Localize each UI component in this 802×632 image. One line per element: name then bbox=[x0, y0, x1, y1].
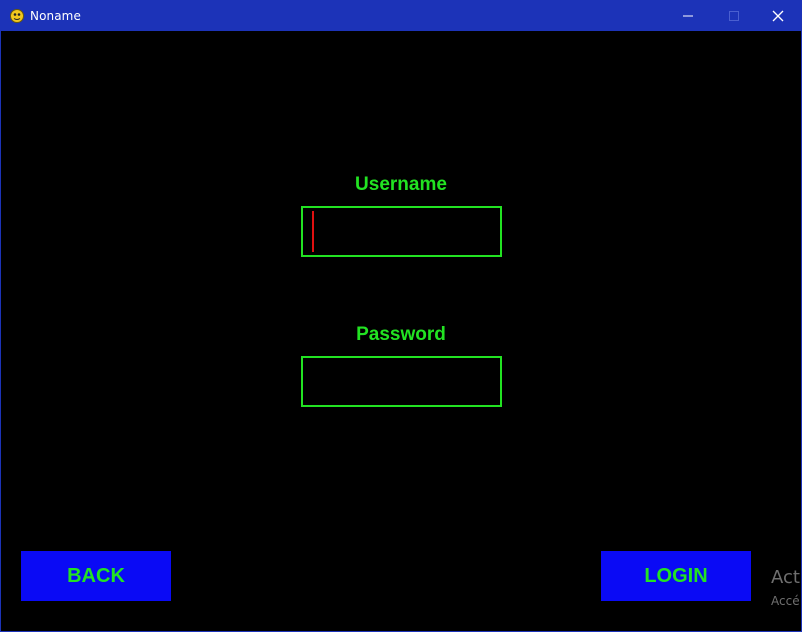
maximize-icon bbox=[729, 11, 739, 21]
window-title: Noname bbox=[30, 9, 81, 23]
title-bar[interactable]: Noname bbox=[1, 1, 801, 31]
password-field[interactable] bbox=[301, 356, 502, 407]
back-button[interactable]: BACK bbox=[21, 551, 171, 601]
pygame-snake-icon bbox=[9, 8, 25, 24]
app-window: Noname Username Password BACK LOGIN Act … bbox=[0, 0, 802, 632]
minimize-button[interactable] bbox=[665, 1, 711, 31]
close-button[interactable] bbox=[755, 1, 801, 31]
activation-watermark: Act bbox=[771, 567, 800, 588]
login-button[interactable]: LOGIN bbox=[601, 551, 751, 601]
text-caret bbox=[312, 211, 314, 252]
close-icon bbox=[772, 10, 784, 22]
game-surface: Username Password BACK LOGIN bbox=[1, 31, 801, 631]
maximize-button[interactable] bbox=[711, 1, 757, 31]
minimize-icon bbox=[683, 11, 693, 21]
password-label: Password bbox=[356, 324, 446, 345]
username-label: Username bbox=[355, 174, 447, 195]
activation-watermark-sub: Accé bbox=[771, 594, 800, 608]
username-field[interactable] bbox=[301, 206, 502, 257]
